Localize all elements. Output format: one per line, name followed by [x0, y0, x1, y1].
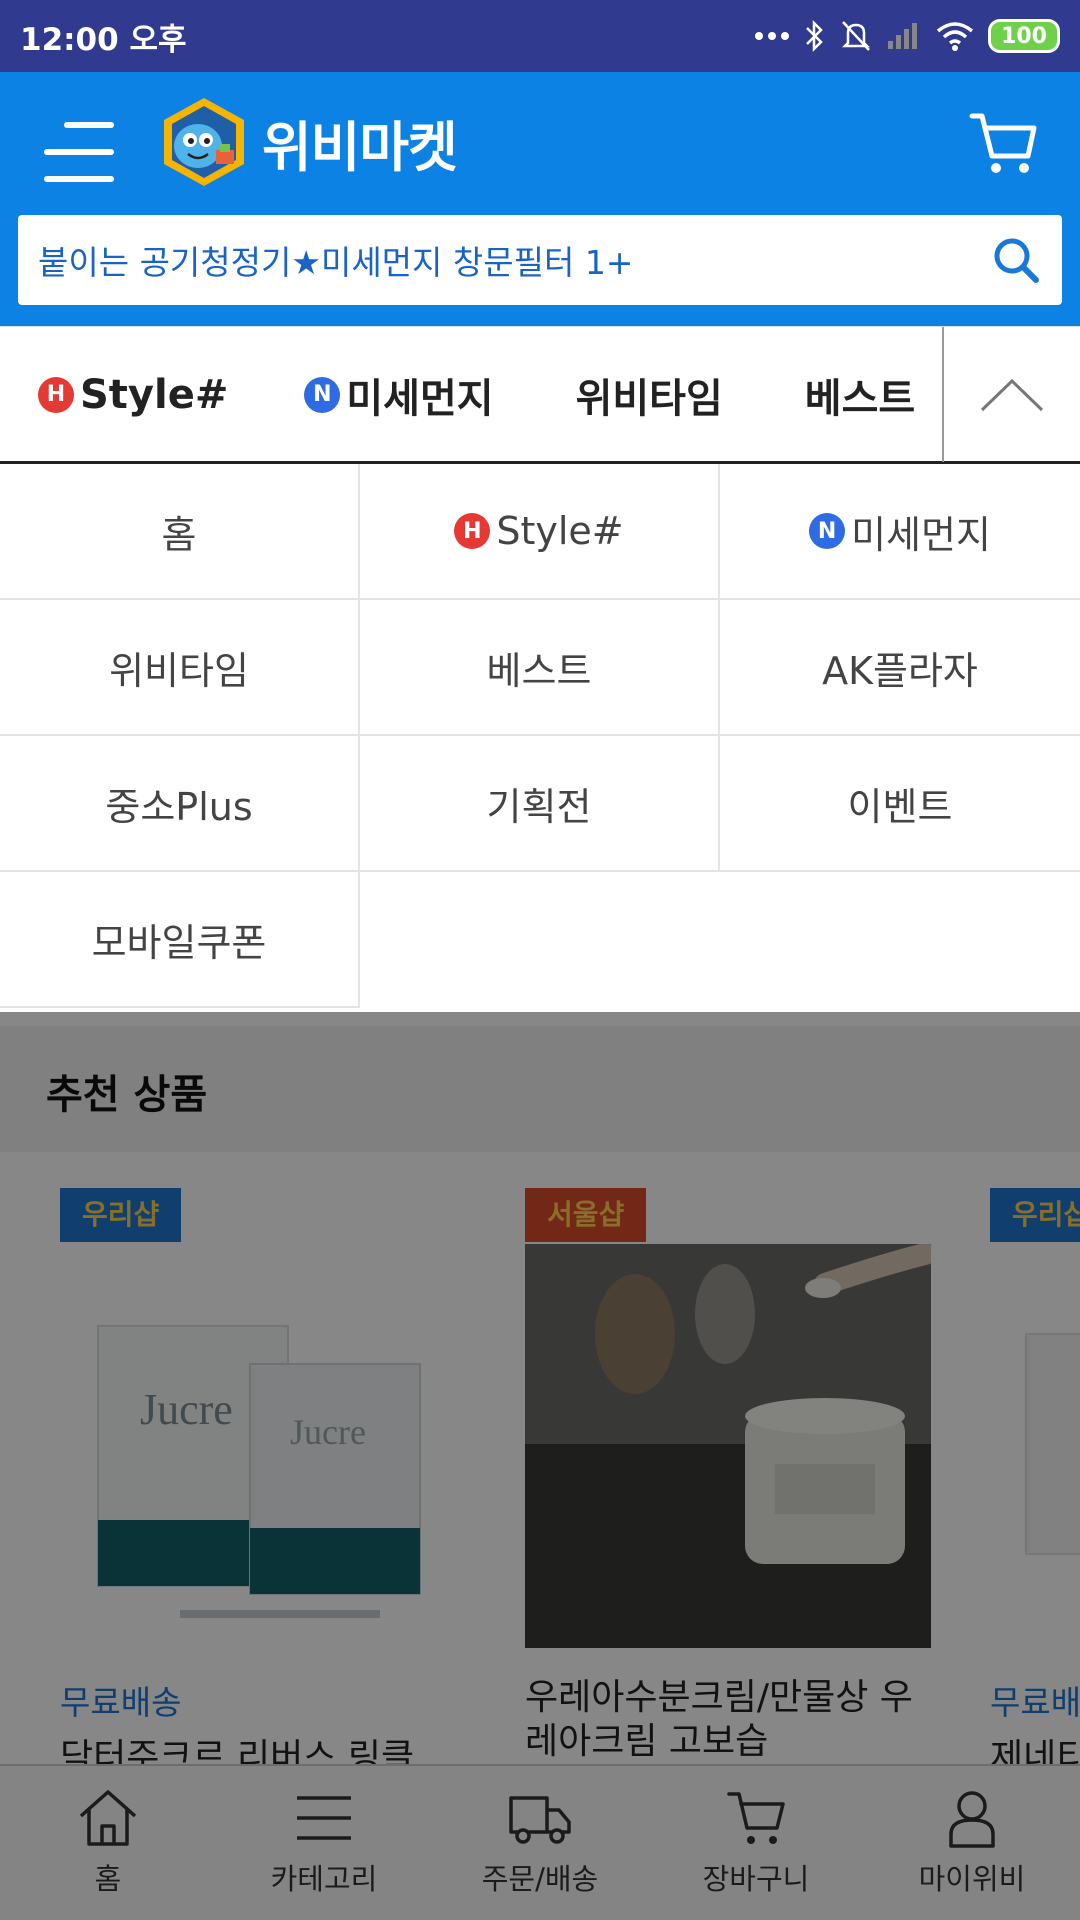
app-logo[interactable]: 위비마켓	[158, 94, 458, 190]
menu-line	[64, 122, 114, 128]
menu-item-wibi-time[interactable]: 위비타임	[0, 600, 360, 736]
category-dropdown: 홈 H Style# N 미세먼지 위비타임 베스트 AK플라자 중소Plus …	[0, 464, 1080, 1012]
menu-item-label: 기획전	[486, 784, 592, 829]
menu-item-sme-plus[interactable]: 중소Plus	[0, 736, 360, 872]
new-badge-icon: N	[809, 513, 846, 549]
menu-item-fine-dust[interactable]: N 미세먼지	[720, 464, 1080, 600]
hamburger-menu-button[interactable]	[44, 122, 114, 182]
menu-item-label: 이벤트	[847, 784, 953, 829]
menu-item-label: 모바일쿠폰	[91, 920, 267, 965]
tab-label: 베스트	[804, 375, 916, 422]
menu-item-label: 중소Plus	[105, 784, 253, 829]
wifi-icon	[936, 22, 974, 51]
menu-item-home[interactable]: 홈	[0, 464, 360, 600]
status-bar: 12:00 오후 100	[0, 0, 1080, 72]
tab-label: 위비타임	[575, 375, 723, 422]
tab-style[interactable]: H Style#	[38, 327, 228, 462]
app-header: 위비마켓 붙이는 공기청정기★미세먼지 창문필터 1+	[0, 72, 1080, 326]
new-badge-icon: N	[304, 376, 341, 413]
menu-item-ak-plaza[interactable]: AK플라자	[720, 600, 1080, 736]
menu-item-label: Style#	[496, 509, 624, 553]
hot-badge-icon: H	[38, 376, 74, 413]
chevron-up-icon	[980, 378, 1044, 411]
menu-item-best[interactable]: 베스트	[360, 600, 720, 736]
tab-best[interactable]: 베스트	[805, 327, 915, 462]
app-name: 위비마켓	[262, 115, 458, 179]
tab-label: Style#	[80, 371, 229, 418]
menu-item-mobile-coupon[interactable]: 모바일쿠폰	[0, 872, 360, 1008]
cart-icon[interactable]	[968, 108, 1040, 180]
menu-item-label: 위비타임	[109, 648, 249, 693]
collapse-tabs-button[interactable]	[942, 327, 1080, 462]
tab-fine-dust[interactable]: N 미세먼지	[304, 327, 494, 462]
menu-item-special[interactable]: 기획전	[360, 736, 720, 872]
status-icons: 100	[754, 19, 1060, 53]
bee-mascot-icon	[164, 98, 244, 186]
battery-indicator: 100	[988, 19, 1060, 53]
category-tabbar: H Style# N 미세먼지 위비타임 베스트	[0, 326, 1080, 464]
category-tabs: H Style# N 미세먼지 위비타임 베스트	[0, 327, 942, 462]
hot-badge-icon: H	[454, 513, 491, 549]
battery-level: 100	[1001, 23, 1047, 49]
search-input[interactable]: 붙이는 공기청정기★미세먼지 창문필터 1+	[38, 236, 990, 284]
menu-line	[44, 149, 114, 155]
menu-item-label: 미세먼지	[851, 512, 991, 557]
more-dots-icon	[755, 32, 790, 40]
mute-bell-icon	[842, 21, 871, 51]
signal-icon	[888, 23, 918, 49]
tab-label: 미세먼지	[346, 375, 494, 422]
bluetooth-icon	[806, 19, 823, 53]
status-time: 12:00 오후	[20, 21, 187, 58]
menu-item-label: 베스트	[486, 648, 592, 693]
menu-item-label: 홈	[161, 512, 197, 557]
menu-line	[44, 176, 114, 182]
menu-item-style[interactable]: H Style#	[360, 464, 720, 600]
menu-item-event[interactable]: 이벤트	[720, 736, 1080, 872]
dim-overlay[interactable]	[0, 1012, 1080, 1920]
tab-wibi-time[interactable]: 위비타임	[576, 327, 723, 462]
search-bar[interactable]: 붙이는 공기청정기★미세먼지 창문필터 1+	[18, 215, 1062, 305]
menu-item-label: AK플라자	[822, 648, 978, 693]
search-icon[interactable]	[990, 234, 1042, 286]
